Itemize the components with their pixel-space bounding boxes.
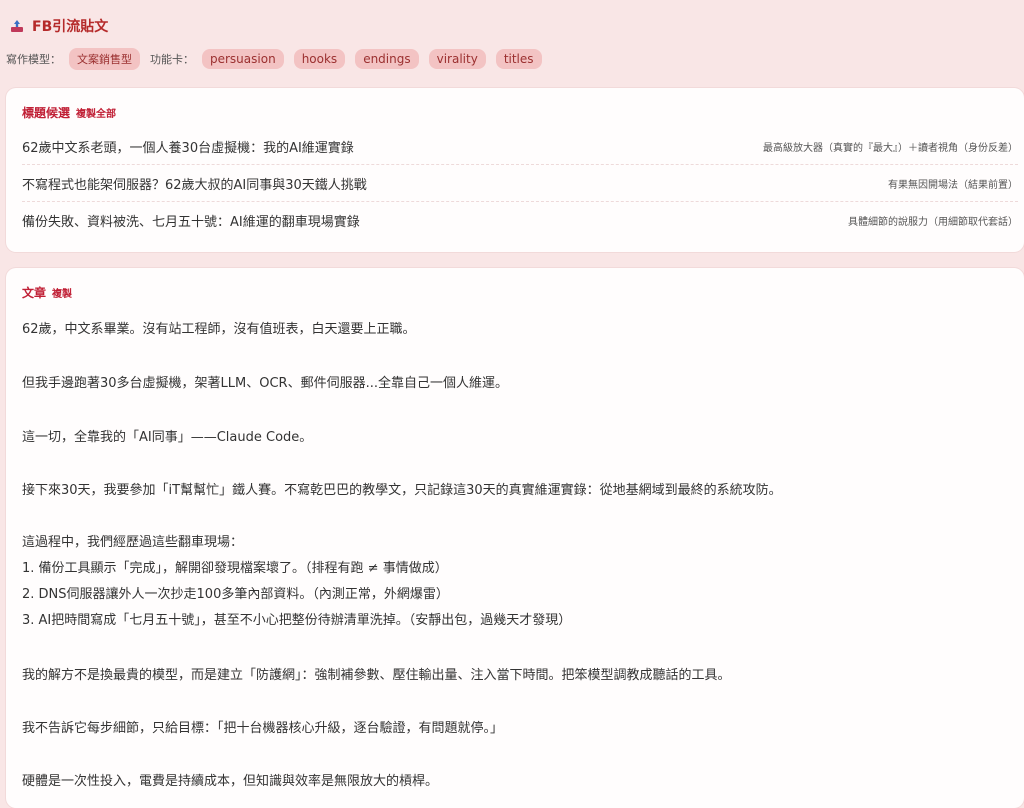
- article-paragraph: 這過程中，我們經歷過這些翻車現場：: [22, 535, 244, 550]
- toolbar: 寫作模型： 文案銷售型 功能卡： persuasion hooks ending…: [6, 48, 552, 70]
- article-paragraph: 接下來30天，我要參加「iT幫幫忙」鐵人賽。不寫乾巴巴的教學文，只記錄這30天的…: [22, 483, 782, 498]
- title-candidate-note: 最高級放大器（真實的『最大』）＋讀者視角（身份反差）: [763, 142, 1018, 154]
- copy-article-button[interactable]: 複製: [52, 285, 72, 300]
- app-title: FB引流貼文: [32, 19, 109, 35]
- copy-all-button[interactable]: 複製全部: [76, 105, 116, 120]
- mode-label: 寫作模型：: [6, 53, 61, 66]
- article-card-header: 文章 複製: [22, 284, 72, 301]
- article-paragraph: 62歲，中文系畢業。沒有站工程師，沒有值班表，白天還要上正職。: [22, 322, 416, 337]
- titles-card: 標題候選 複製全部 62歲中文系老頭，一個人養30台虛擬機：我的AI維運實錄 最…: [6, 88, 1024, 252]
- card-chip-persuasion[interactable]: persuasion: [202, 49, 284, 69]
- card-chip-hooks[interactable]: hooks: [293, 49, 346, 69]
- article-paragraph: 硬體是一次性投入，電費是持續成本，但知識與效率是無限放大的槓桿。: [22, 774, 439, 789]
- card-chip-titles[interactable]: titles: [495, 49, 542, 69]
- mode-chip[interactable]: 文案銷售型: [69, 48, 140, 70]
- titles-card-header: 標題候選 複製全部: [22, 104, 116, 121]
- card-chip-endings[interactable]: endings: [355, 49, 419, 69]
- article-paragraph: 我不告訴它每步細節，只給目標：「把十台機器核心升級，逐台驗證，有問題就停。」: [22, 721, 504, 736]
- title-candidate-text: 62歲中文系老頭，一個人養30台虛擬機：我的AI維運實錄: [22, 140, 354, 156]
- title-candidate-text: 不寫程式也能架伺服器？62歲大叔的AI同事與30天鐵人挑戰: [22, 177, 367, 193]
- article-paragraph: 我的解方不是換最貴的模型，而是建立「防護網」：強制補參數、壓住輸出量、注入當下時…: [22, 668, 731, 683]
- title-candidate-text: 備份失敗、資料被洗、七月五十號：AI維運的翻車現場實錄: [22, 214, 360, 230]
- card-chip-virality[interactable]: virality: [428, 49, 486, 69]
- article-card: 文章 複製 62歲，中文系畢業。沒有站工程師，沒有值班表，白天還要上正職。 但我…: [6, 268, 1024, 808]
- title-candidate-note: 具體細節的說服力（用細節取代套話）: [848, 216, 1018, 228]
- article-list-item: 3. AI把時間寫成「七月五十號」，甚至不小心把整份待辦清單洗掉。（安靜出包，過…: [22, 613, 572, 628]
- title-candidate-row[interactable]: 不寫程式也能架伺服器？62歲大叔的AI同事與30天鐵人挑戰 有果無因開場法（結果…: [22, 165, 1018, 202]
- title-candidate-row[interactable]: 備份失敗、資料被洗、七月五十號：AI維運的翻車現場實錄 具體細節的說服力（用細節…: [22, 202, 1018, 238]
- cards-label: 功能卡：: [150, 53, 194, 66]
- title-candidate-note: 有果無因開場法（結果前置）: [888, 179, 1018, 191]
- article-list-item: 2. DNS伺服器讓外人一次抄走100多筆內部資料。（內測正常，外網爆雷）: [22, 587, 449, 602]
- app-header: FB引流貼文: [10, 16, 108, 36]
- article-paragraph: 但我手邊跑著30多台虛擬機，架著LLM、OCR、郵件伺服器...全靠自己一個人維…: [22, 376, 508, 391]
- article-paragraph: 這一切，全靠我的「AI同事」——Claude Code。: [22, 430, 313, 445]
- title-candidates-list: 62歲中文系老頭，一個人養30台虛擬機：我的AI維運實錄 最高級放大器（真實的『…: [22, 128, 1018, 238]
- app-logo-icon: [11, 20, 23, 32]
- article-list-item: 1. 備份工具顯示「完成」，解開卻發現檔案壞了。（排程有跑 ≠ 事情做成）: [22, 561, 448, 576]
- article-card-title: 文章: [22, 286, 47, 300]
- titles-card-title: 標題候選: [22, 106, 71, 120]
- title-candidate-row[interactable]: 62歲中文系老頭，一個人養30台虛擬機：我的AI維運實錄 最高級放大器（真實的『…: [22, 128, 1018, 165]
